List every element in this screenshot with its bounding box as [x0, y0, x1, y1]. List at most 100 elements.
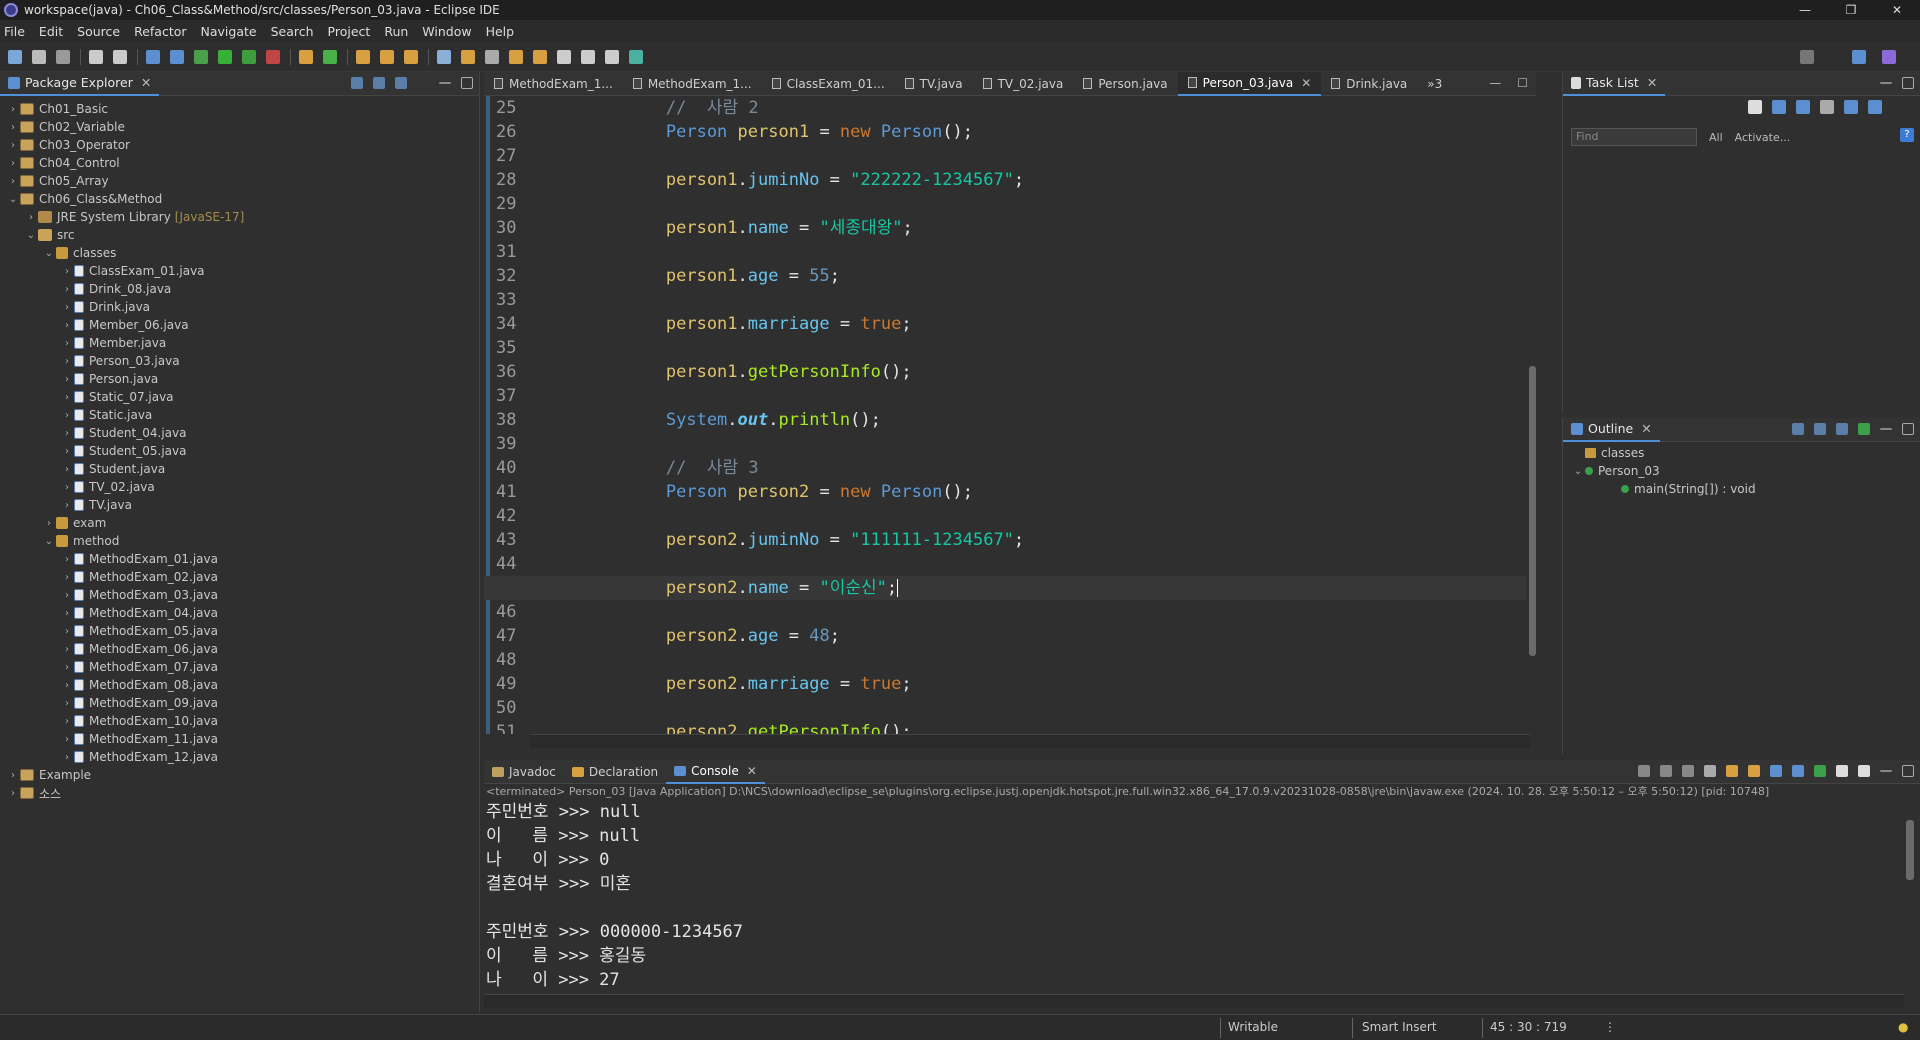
menu-window[interactable]: Window	[422, 24, 471, 39]
tree-item[interactable]: › Drink.java	[0, 298, 479, 316]
outline-item[interactable]: classes	[1563, 444, 1920, 462]
maximize-icon[interactable]	[1902, 423, 1914, 435]
redo-icon[interactable]	[113, 49, 127, 64]
tree-item[interactable]: › JRE System Library [JavaSE-17]	[0, 208, 479, 226]
activate-link[interactable]: Activate...	[1735, 131, 1791, 144]
minimize-button[interactable]: —	[1782, 0, 1828, 20]
remove-all-icon[interactable]	[1682, 765, 1694, 777]
tree-item[interactable]: › TV_02.java	[0, 478, 479, 496]
task-find-input[interactable]: Find	[1571, 128, 1697, 146]
status-menu-icon[interactable]: ⋮	[1604, 1020, 1616, 1034]
menu-project[interactable]: Project	[328, 24, 371, 39]
synchronize-icon[interactable]	[1868, 100, 1882, 114]
restore-button[interactable]: ❐	[1828, 0, 1874, 20]
code-line[interactable]: // 사람 3	[584, 456, 1526, 480]
tree-item[interactable]: ⌄ classes	[0, 244, 479, 262]
chevron-right-icon[interactable]: ›	[60, 266, 74, 277]
code-line[interactable]	[584, 504, 1526, 528]
chevron-down-icon[interactable]: ⌄	[42, 248, 56, 259]
chevron-right-icon[interactable]: ›	[60, 644, 74, 655]
code-line[interactable]: person2.marriage = true;	[584, 672, 1526, 696]
minimize-icon[interactable]	[439, 82, 451, 84]
code-line[interactable]	[584, 240, 1526, 264]
categorized-icon[interactable]	[1772, 100, 1786, 114]
terminate-icon[interactable]	[1638, 765, 1650, 777]
chevron-down-icon[interactable]: ⌄	[1571, 466, 1585, 477]
console-horizontal-scrollbar[interactable]	[484, 994, 1904, 1008]
chevron-right-icon[interactable]: ›	[6, 104, 20, 115]
run-icon[interactable]	[218, 49, 232, 64]
tree-item[interactable]: › MethodExam_03.java	[0, 586, 479, 604]
show-stdout-icon[interactable]	[1770, 765, 1782, 777]
code-line[interactable]: person1.age = 55;	[584, 264, 1526, 288]
tree-item[interactable]: › Ch04_Control	[0, 154, 479, 172]
code-line[interactable]	[584, 600, 1526, 624]
code-line[interactable]: person2.juminNo = "111111-1234567";	[584, 528, 1526, 552]
new-java-project-icon[interactable]	[299, 49, 313, 64]
chevron-right-icon[interactable]: ›	[42, 518, 56, 529]
editor-vertical-scrollbar[interactable]	[1528, 96, 1536, 734]
chevron-right-icon[interactable]: ›	[6, 158, 20, 169]
skip-breakpoints-icon[interactable]	[170, 49, 184, 64]
undo-icon[interactable]	[89, 49, 103, 64]
code-line[interactable]: // 사람 2	[584, 96, 1526, 120]
chevron-right-icon[interactable]: ›	[60, 338, 74, 349]
code-line[interactable]	[584, 144, 1526, 168]
tree-item[interactable]: › Example	[0, 766, 479, 784]
chevron-right-icon[interactable]: ›	[60, 428, 74, 439]
console-tab[interactable]: Declaration	[564, 760, 666, 784]
tree-item[interactable]: › Ch05_Array	[0, 172, 479, 190]
editor-tab[interactable]: Person_03.java ✕	[1177, 71, 1322, 96]
new-task-icon[interactable]	[1748, 100, 1762, 114]
tree-item[interactable]: › MethodExam_04.java	[0, 604, 479, 622]
save-icon[interactable]	[32, 49, 46, 64]
menu-file[interactable]: File	[4, 24, 25, 39]
menu-navigate[interactable]: Navigate	[201, 24, 257, 39]
code-line[interactable]	[584, 432, 1526, 456]
code-line[interactable]: person1.name = "세종대왕";	[584, 216, 1526, 240]
previous-annotation-icon[interactable]	[533, 49, 547, 64]
save-all-icon[interactable]	[56, 49, 70, 64]
editor-tab[interactable]: ClassExam_01...	[762, 72, 895, 96]
chevron-right-icon[interactable]: ›	[60, 302, 74, 313]
view-menu-icon[interactable]	[417, 77, 429, 89]
debug-icon[interactable]	[194, 49, 208, 64]
chevron-right-icon[interactable]: ›	[60, 356, 74, 367]
tree-item[interactable]: › Static.java	[0, 406, 479, 424]
pin-editor-icon[interactable]	[629, 49, 643, 64]
code-line[interactable]: Person person1 = new Person();	[584, 120, 1526, 144]
close-icon[interactable]: ✕	[1641, 421, 1651, 436]
maximize-icon[interactable]	[1902, 77, 1914, 89]
chevron-right-icon[interactable]: ›	[60, 392, 74, 403]
code-line[interactable]: person1.juminNo = "222222-1234567";	[584, 168, 1526, 192]
tree-item[interactable]: › Ch03_Operator	[0, 136, 479, 154]
chevron-right-icon[interactable]: ›	[60, 572, 74, 583]
menu-help[interactable]: Help	[486, 24, 515, 39]
status-insert-mode[interactable]: Smart Insert	[1362, 1020, 1437, 1034]
chevron-right-icon[interactable]: ›	[60, 284, 74, 295]
chevron-right-icon[interactable]: ›	[6, 176, 20, 187]
code-line[interactable]	[584, 192, 1526, 216]
scroll-lock-icon[interactable]	[1726, 765, 1738, 777]
focus-icon[interactable]	[395, 77, 407, 89]
code-lines[interactable]: // 사람 2 Person person1 = new Person(); p…	[484, 96, 1526, 734]
chevron-right-icon[interactable]: ›	[60, 590, 74, 601]
tree-item[interactable]: › Student.java	[0, 460, 479, 478]
chevron-right-icon[interactable]: ›	[6, 140, 20, 151]
code-editor[interactable]: 25 26 27 28 29 30 31 32 33 34 35 36 37 38 39 40 41 42 43 44…	[484, 96, 1526, 734]
tree-item[interactable]: ⌄ Ch06_Class&Method	[0, 190, 479, 208]
chevron-right-icon[interactable]: ›	[60, 374, 74, 385]
code-line[interactable]	[584, 384, 1526, 408]
menu-source[interactable]: Source	[77, 24, 120, 39]
tab-overflow-button[interactable]: »3	[1417, 72, 1452, 96]
chevron-right-icon[interactable]: ›	[6, 788, 20, 799]
close-icon[interactable]: ✕	[747, 764, 757, 778]
tree-item[interactable]: › Person_03.java	[0, 352, 479, 370]
chevron-right-icon[interactable]: ›	[60, 608, 74, 619]
tree-item[interactable]: › Student_04.java	[0, 424, 479, 442]
chevron-right-icon[interactable]: ›	[60, 446, 74, 457]
tree-item[interactable]: › MethodExam_11.java	[0, 730, 479, 748]
code-line[interactable]	[584, 696, 1526, 720]
editor-tab[interactable]: MethodExam_1...	[484, 72, 623, 96]
tree-item[interactable]: › MethodExam_08.java	[0, 676, 479, 694]
